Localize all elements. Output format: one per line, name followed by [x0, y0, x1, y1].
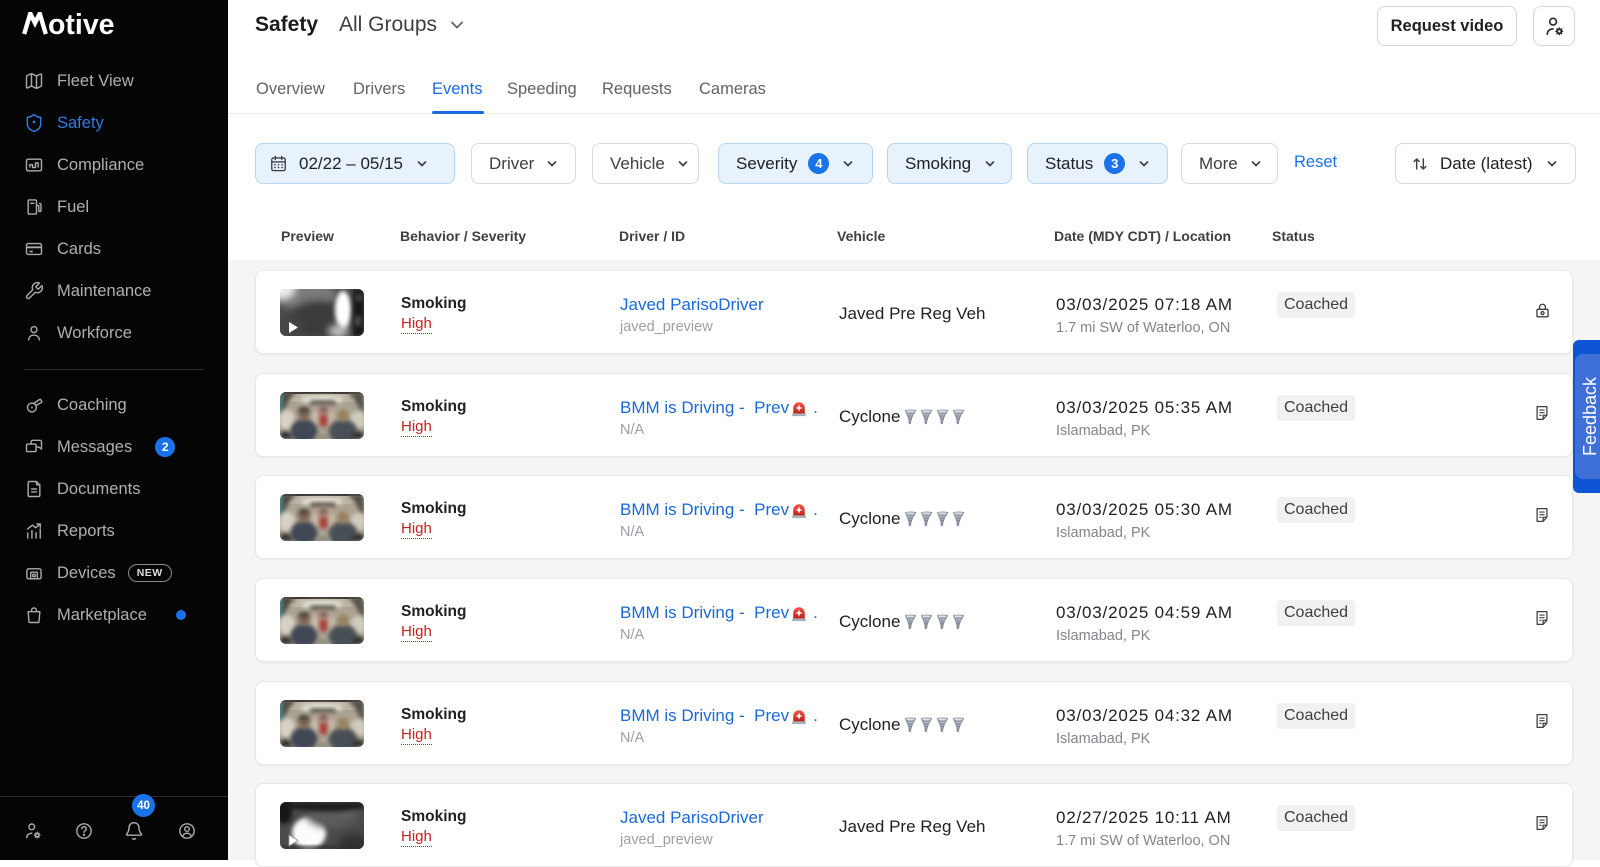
svg-text:otive: otive — [48, 12, 115, 35]
